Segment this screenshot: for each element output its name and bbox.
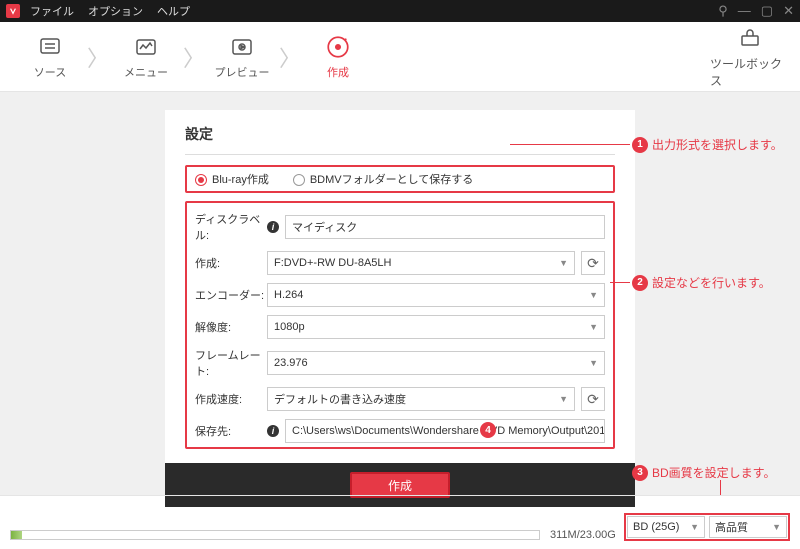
caret-down-icon: ▼ — [559, 394, 568, 404]
select-value: F:DVD+-RW DU-8A5LH — [274, 257, 391, 269]
framerate-lbl: フレームレート: — [195, 347, 267, 379]
divider — [185, 154, 615, 155]
info-icon[interactable]: i — [267, 221, 279, 233]
meter-fill — [11, 531, 22, 539]
speed-select[interactable]: デフォルトの書き込み速度 ▼ — [267, 387, 575, 411]
callout-text: 設定などを行います。 — [652, 274, 771, 291]
select-value: 高品質 — [715, 519, 748, 535]
step-source[interactable]: ソース — [10, 22, 90, 91]
menu-options[interactable]: オプション — [88, 3, 143, 19]
settings-group: ディスクラベル: i マイディスク 作成: F:DVD+-RW DU-8A5LH… — [185, 201, 615, 449]
step-label: メニュー — [124, 64, 168, 80]
panel-title: 設定 — [185, 124, 615, 144]
menu-help[interactable]: ヘルプ — [157, 3, 190, 19]
resolution-lbl: 解像度: — [195, 319, 267, 335]
toolbox-button[interactable]: ツールボックス — [710, 22, 790, 91]
preview-icon — [229, 34, 255, 60]
caret-down-icon: ▼ — [589, 358, 598, 368]
workspace: 設定 Blu-ray作成 BDMVフォルダーとして保存する ディスクラベル: i… — [0, 92, 800, 495]
select-value: BD (25G) — [633, 521, 679, 533]
callout-1: 1出力形式を選択します。 — [632, 136, 783, 153]
disc-label-lbl: ディスクラベル: — [195, 211, 267, 243]
step-toolbar: ソース 〉 メニュー 〉 プレビュー 〉 作成 ツールボックス — [0, 22, 800, 92]
maximize-icon[interactable]: ▢ — [761, 3, 773, 19]
encoder-lbl: エンコーダー: — [195, 287, 267, 303]
step-label: プレビュー — [215, 64, 270, 80]
info-icon[interactable]: i — [267, 425, 279, 437]
radio-bdmv-folder[interactable]: BDMVフォルダーとして保存する — [293, 171, 473, 187]
quality-select[interactable]: 高品質 ▼ — [709, 516, 787, 538]
select-value: デフォルトの書き込み速度 — [274, 391, 406, 407]
disc-usage-meter — [10, 530, 540, 540]
speed-lbl: 作成速度: — [195, 391, 267, 407]
resolution-select[interactable]: 1080p ▼ — [267, 315, 605, 339]
settings-panel: 設定 Blu-ray作成 BDMVフォルダーとして保存する ディスクラベル: i… — [165, 110, 635, 495]
refresh-button[interactable]: ⟳ — [581, 251, 605, 275]
callout-number: 3 — [632, 465, 648, 481]
step-preview[interactable]: プレビュー — [202, 22, 282, 91]
step-label: 作成 — [327, 64, 349, 80]
refresh-icon: ⟳ — [587, 255, 599, 272]
step-label: ソース — [34, 64, 66, 80]
saveto-input[interactable]: C:\Users\ws\Documents\Wondershare DVD Me… — [285, 419, 605, 443]
chevron-icon: 〉 — [186, 22, 202, 91]
saveto-lbl: 保存先: — [195, 423, 267, 439]
select-value: 23.976 — [274, 357, 308, 369]
callout-text: BD画質を設定します。 — [652, 464, 775, 481]
refresh-button[interactable]: ⟳ — [581, 387, 605, 411]
step-create[interactable]: 作成 — [298, 22, 378, 91]
callout-3: 3BD画質を設定します。 — [632, 464, 775, 481]
callout-2: 2設定などを行います。 — [632, 274, 771, 291]
output-format-group: Blu-ray作成 BDMVフォルダーとして保存する — [185, 165, 615, 193]
create-target-lbl: 作成: — [195, 255, 267, 271]
menu-file[interactable]: ファイル — [30, 3, 74, 19]
select-value: H.264 — [274, 289, 303, 301]
close-icon[interactable]: ✕ — [783, 3, 794, 19]
callout-line — [610, 282, 630, 283]
callout-line — [720, 480, 721, 496]
step-menu[interactable]: メニュー — [106, 22, 186, 91]
encoder-select[interactable]: H.264 ▼ — [267, 283, 605, 307]
disc-label-input[interactable]: マイディスク — [285, 215, 605, 239]
caret-down-icon: ▼ — [559, 258, 568, 268]
minimize-icon[interactable]: — — [738, 3, 751, 19]
create-target-select[interactable]: F:DVD+-RW DU-8A5LH ▼ — [267, 251, 575, 275]
toolbox-label: ツールボックス — [710, 55, 790, 89]
disc-usage-text: 311M/23.00G — [550, 529, 616, 541]
disc-type-select[interactable]: BD (25G) ▼ — [627, 516, 705, 538]
radio-label: BDMVフォルダーとして保存する — [310, 174, 473, 186]
status-bar: 311M/23.00G BD (25G) ▼ 高品質 ▼ — [0, 495, 800, 549]
callout-number-4: 4 — [480, 422, 496, 438]
radio-on-icon — [195, 174, 207, 186]
toolbox-icon — [737, 25, 763, 51]
caret-down-icon: ▼ — [589, 322, 598, 332]
menu-icon — [133, 34, 159, 60]
pin-icon[interactable]: ⚲ — [718, 3, 728, 19]
titlebar: ファイル オプション ヘルプ ⚲ — ▢ ✕ — [0, 0, 800, 22]
radio-off-icon — [293, 174, 305, 186]
callout-text: 出力形式を選択します。 — [652, 136, 783, 153]
chevron-icon: 〉 — [282, 22, 298, 91]
callout-number: 2 — [632, 275, 648, 291]
callout-number: 1 — [632, 137, 648, 153]
caret-down-icon: ▼ — [772, 522, 781, 532]
caret-down-icon: ▼ — [589, 290, 598, 300]
quality-controls: BD (25G) ▼ 高品質 ▼ — [624, 513, 790, 541]
create-icon — [325, 34, 351, 60]
callout-line — [510, 144, 630, 145]
caret-down-icon: ▼ — [690, 522, 699, 532]
source-icon — [37, 34, 63, 60]
chevron-icon: 〉 — [90, 22, 106, 91]
radio-label: Blu-ray作成 — [212, 174, 269, 186]
framerate-select[interactable]: 23.976 ▼ — [267, 351, 605, 375]
radio-bluray[interactable]: Blu-ray作成 — [195, 171, 269, 187]
app-logo-icon — [6, 4, 20, 18]
select-value: 1080p — [274, 321, 305, 333]
refresh-icon: ⟳ — [587, 391, 599, 408]
